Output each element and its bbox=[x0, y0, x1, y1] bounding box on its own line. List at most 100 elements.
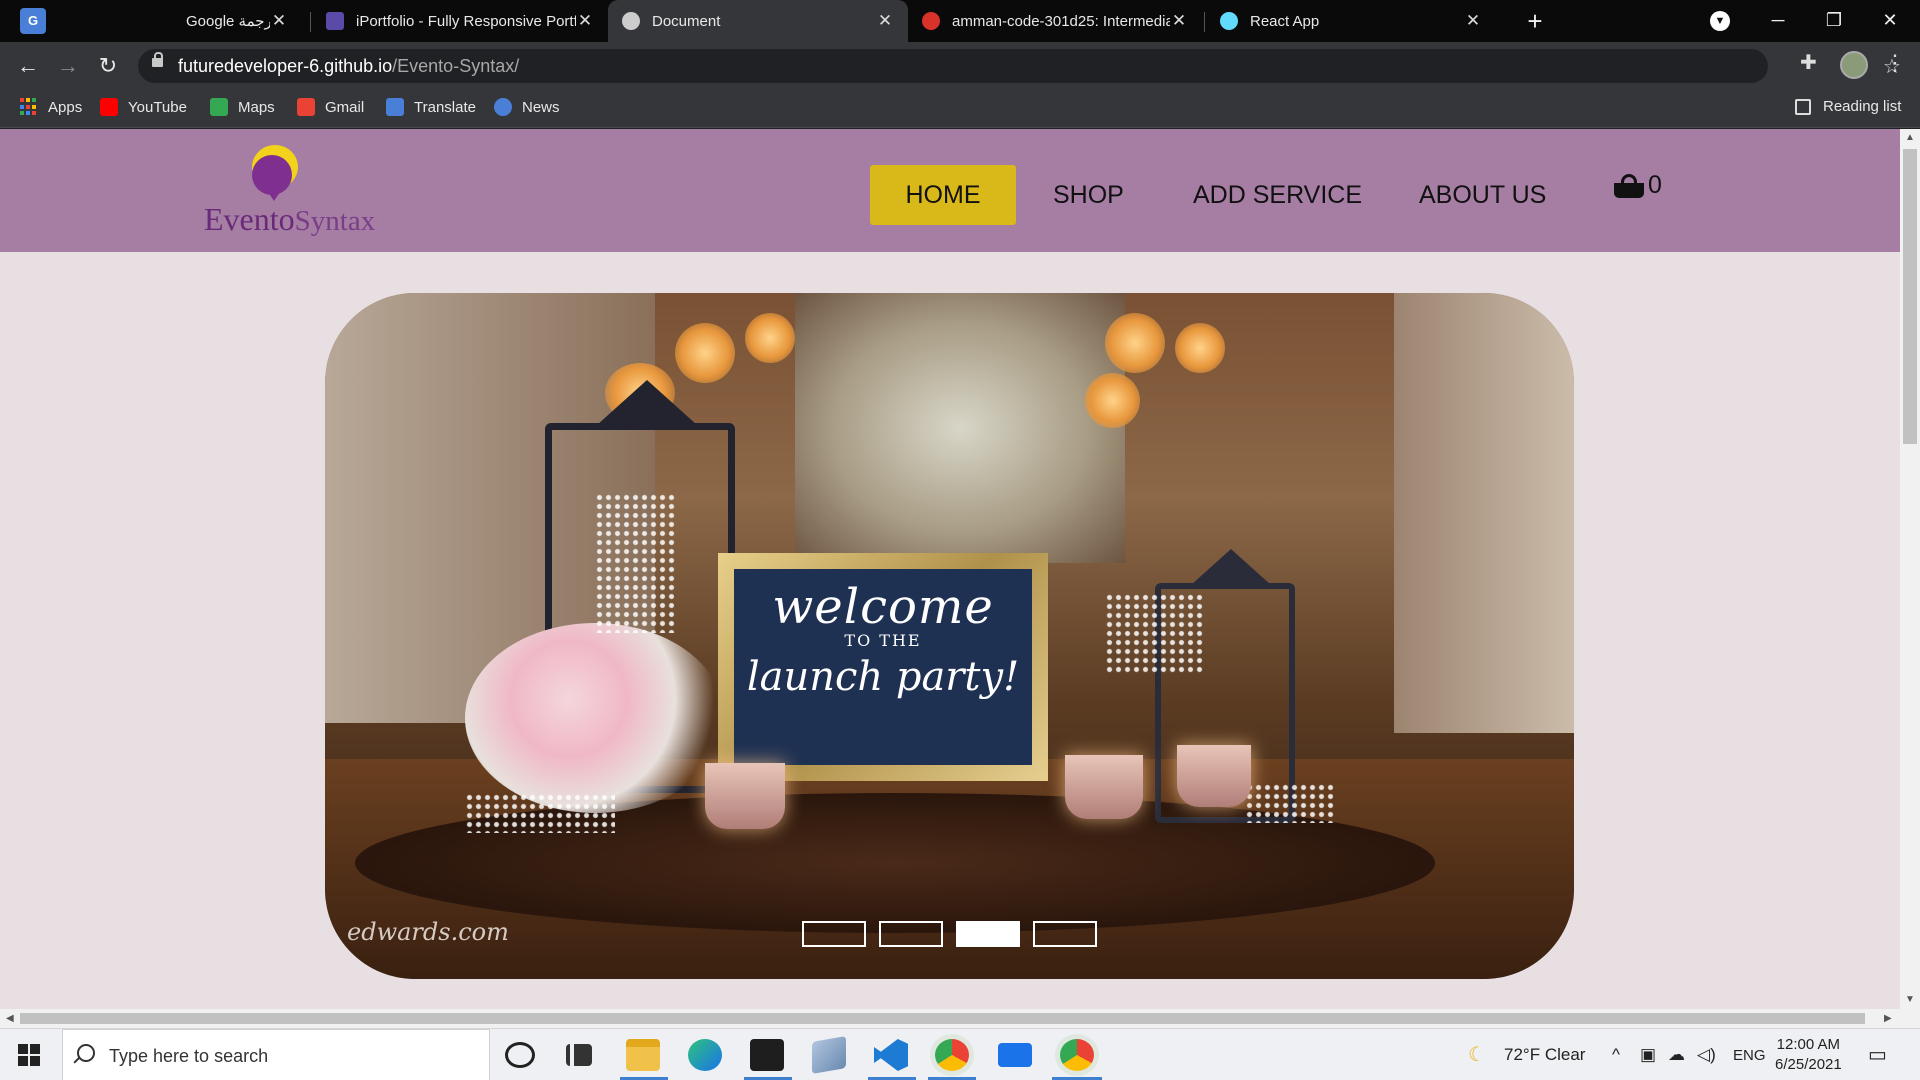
cart-button[interactable]: 0 bbox=[1614, 171, 1662, 200]
cart-count: 0 bbox=[1648, 171, 1662, 199]
hero-carousel[interactable]: welcome TO THE launch party! edwards.com bbox=[325, 293, 1574, 979]
reading-list-button[interactable]: Reading list bbox=[1795, 98, 1901, 115]
bookmark-label: Translate bbox=[414, 98, 476, 116]
vscode-icon[interactable] bbox=[874, 1039, 908, 1071]
restore-button[interactable]: ❐ bbox=[1806, 0, 1862, 42]
terminal-icon[interactable] bbox=[750, 1039, 784, 1071]
notifications-icon[interactable]: ▭ bbox=[1868, 1042, 1887, 1067]
chevron-up-icon[interactable]: ^ bbox=[1612, 1045, 1620, 1065]
bookmark-youtube[interactable]: YouTube bbox=[100, 98, 187, 116]
tab-react-app[interactable]: React App ✕ bbox=[1206, 0, 1496, 42]
language-indicator[interactable]: ENG bbox=[1733, 1047, 1766, 1064]
minimize-button[interactable]: ─ bbox=[1750, 0, 1806, 42]
nav-add-service[interactable]: ADD SERVICE bbox=[1156, 165, 1399, 225]
bookmark-gmail[interactable]: Gmail bbox=[297, 98, 364, 116]
weather-text[interactable]: 72°F Clear bbox=[1504, 1045, 1585, 1065]
extensions-puzzle-icon[interactable]: ✚ bbox=[1800, 50, 1817, 75]
lock-icon[interactable] bbox=[152, 52, 163, 67]
meet-now-icon[interactable]: ▣ bbox=[1640, 1045, 1656, 1065]
speaker-icon[interactable]: ◁) bbox=[1697, 1045, 1716, 1065]
windows-taskbar: Type here to search ☾ 72°F Clear ^ ▣ ☁ ◁… bbox=[0, 1028, 1920, 1080]
url-text[interactable]: futuredeveloper-6.github.io/Evento-Synta… bbox=[178, 56, 519, 77]
nav-home[interactable]: HOME bbox=[870, 165, 1016, 225]
reload-button[interactable]: ↻ bbox=[92, 50, 124, 82]
carousel-indicator-active[interactable] bbox=[956, 921, 1020, 947]
tab-search-icon[interactable]: ▼ bbox=[1710, 11, 1730, 31]
horizontal-scroll-thumb[interactable] bbox=[20, 1013, 1865, 1024]
moon-weather-icon[interactable]: ☾ bbox=[1468, 1042, 1486, 1067]
address-bar[interactable]: futuredeveloper-6.github.io/Evento-Synta… bbox=[138, 49, 1901, 83]
edge-browser-icon[interactable] bbox=[688, 1039, 722, 1071]
hero-bg-light bbox=[1175, 323, 1225, 373]
scroll-left-arrow-icon[interactable]: ◀ bbox=[6, 1013, 14, 1024]
tab-title: Google ترجمة bbox=[186, 13, 270, 30]
new-tab-button[interactable]: + bbox=[1520, 6, 1550, 36]
hero-bg-window bbox=[795, 293, 1125, 563]
profile-avatar[interactable] bbox=[1840, 51, 1868, 79]
close-icon[interactable]: ✕ bbox=[1464, 11, 1482, 31]
hero-babys-breath bbox=[595, 493, 675, 633]
close-icon[interactable]: ✕ bbox=[270, 11, 288, 31]
tab-title: iPortfolio - Fully Responsive Portf bbox=[356, 12, 576, 30]
evento-syntax-logo[interactable]: EventoSyntax bbox=[204, 145, 404, 240]
hero-bg-light bbox=[745, 313, 795, 363]
windows-start-icon[interactable] bbox=[18, 1044, 40, 1066]
close-icon[interactable]: ✕ bbox=[1170, 11, 1188, 31]
bookmark-apps[interactable]: Apps bbox=[20, 98, 82, 116]
close-icon[interactable]: ✕ bbox=[876, 11, 894, 31]
chrome-profile-icon[interactable] bbox=[1060, 1039, 1094, 1071]
forward-button[interactable]: → bbox=[52, 50, 84, 82]
vertical-scroll-thumb[interactable] bbox=[1903, 149, 1917, 444]
vertical-scrollbar[interactable]: ▲ ▼ bbox=[1900, 129, 1920, 1009]
code-favicon-icon bbox=[922, 12, 940, 30]
bookmark-label: YouTube bbox=[128, 98, 187, 116]
taskbar-search-box[interactable]: Type here to search bbox=[62, 1029, 490, 1080]
gmail-icon bbox=[297, 98, 315, 116]
close-window-button[interactable]: ✕ bbox=[1862, 0, 1918, 42]
mail-icon[interactable] bbox=[998, 1043, 1032, 1067]
tab-google-translate[interactable]: Google ترجمة ✕ bbox=[172, 0, 302, 42]
tab-iportfolio[interactable]: iPortfolio - Fully Responsive Portf ✕ bbox=[312, 0, 608, 42]
scroll-right-arrow-icon[interactable]: ▶ bbox=[1884, 1013, 1892, 1024]
nav-shop[interactable]: SHOP bbox=[1016, 165, 1161, 225]
reading-list-icon bbox=[1795, 98, 1811, 115]
hero-bg-light bbox=[1085, 373, 1140, 428]
hero-babys-breath bbox=[465, 793, 615, 833]
news-icon bbox=[494, 98, 512, 116]
tab-separator bbox=[1204, 12, 1205, 32]
hero-bg-light bbox=[675, 323, 735, 383]
site-header: EventoSyntax HOME SHOP ADD SERVICE ABOUT… bbox=[0, 129, 1900, 252]
network-drive-icon[interactable] bbox=[812, 1036, 846, 1074]
nav-about-us[interactable]: ABOUT US bbox=[1382, 165, 1583, 225]
scroll-up-arrow-icon[interactable]: ▲ bbox=[1905, 133, 1915, 143]
cortana-icon[interactable] bbox=[505, 1042, 535, 1068]
carousel-indicator[interactable] bbox=[879, 921, 943, 947]
bookmark-translate[interactable]: Translate bbox=[386, 98, 476, 116]
back-button[interactable]: ← bbox=[12, 50, 44, 82]
sign-line-welcome: welcome bbox=[772, 579, 994, 635]
hero-candle bbox=[1177, 745, 1251, 807]
file-explorer-icon[interactable] bbox=[626, 1039, 660, 1071]
logo-purple-tail bbox=[266, 189, 282, 201]
horizontal-scrollbar[interactable]: ◀ ▶ bbox=[0, 1009, 1920, 1028]
taskbar-clock[interactable]: 12:00 AM 6/25/2021 bbox=[1775, 1035, 1842, 1075]
chrome-icon[interactable] bbox=[935, 1039, 969, 1071]
hero-candle bbox=[1065, 755, 1143, 819]
maps-icon bbox=[210, 98, 228, 116]
carousel-indicator[interactable] bbox=[802, 921, 866, 947]
bookmark-maps[interactable]: Maps bbox=[210, 98, 275, 116]
carousel-indicator[interactable] bbox=[1033, 921, 1097, 947]
search-icon bbox=[77, 1044, 95, 1062]
scroll-down-arrow-icon[interactable]: ▼ bbox=[1905, 995, 1915, 1005]
portfolio-favicon-icon bbox=[326, 12, 344, 30]
tab-amman-code[interactable]: amman-code-301d25: Intermedia ✕ bbox=[908, 0, 1202, 42]
menu-kebab-icon[interactable]: ⋮ bbox=[1884, 50, 1906, 76]
onedrive-cloud-icon[interactable]: ☁ bbox=[1668, 1045, 1685, 1065]
bookmark-label: Maps bbox=[238, 98, 275, 116]
tab-document[interactable]: Document ✕ bbox=[608, 0, 908, 42]
close-icon[interactable]: ✕ bbox=[576, 11, 594, 31]
task-view-icon[interactable] bbox=[566, 1044, 592, 1066]
page-viewport: EventoSyntax HOME SHOP ADD SERVICE ABOUT… bbox=[0, 129, 1900, 1009]
url-host: futuredeveloper-6.github.io bbox=[178, 56, 393, 76]
bookmark-news[interactable]: News bbox=[494, 98, 560, 116]
